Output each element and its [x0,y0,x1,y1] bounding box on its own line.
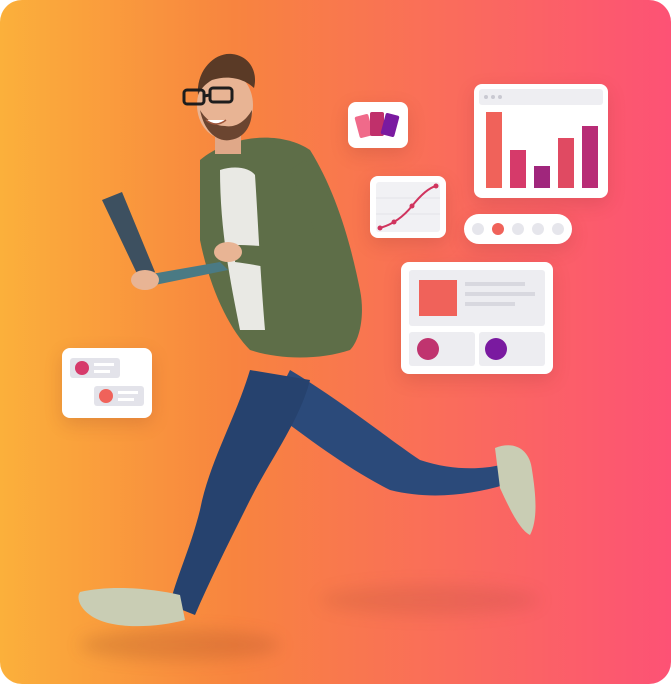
jumping-man-with-laptop [78,53,536,627]
left-leg [170,370,310,615]
hero-illustration [0,0,671,684]
left-hand [131,270,159,290]
right-shoe [495,445,536,535]
laptop-screen [102,192,155,280]
right-hand [214,242,242,262]
left-shoe [78,588,185,627]
